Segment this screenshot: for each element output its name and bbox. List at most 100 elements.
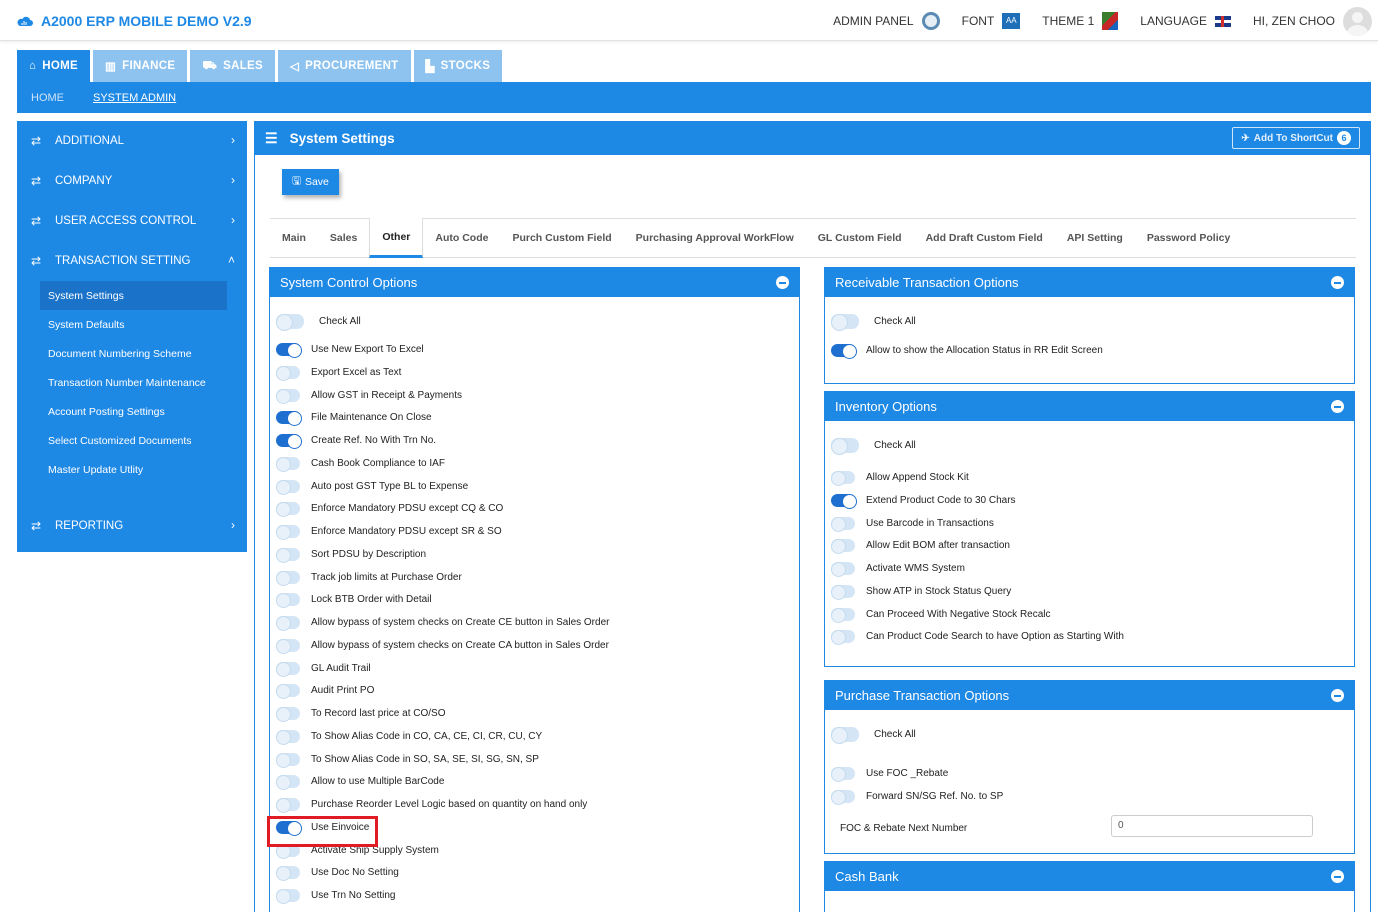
font-link[interactable]: FONT AA <box>962 13 1021 29</box>
option-toggle-switch[interactable] <box>276 616 300 631</box>
system-control-option[interactable]: Allow GST in Receipt & Payments <box>276 388 462 404</box>
system-control-option[interactable]: Allow to use Multiple BarCode <box>276 775 444 791</box>
option-toggle-switch[interactable] <box>831 562 855 577</box>
system-control-option[interactable]: Auto post GST Type BL to Expense <box>276 479 468 495</box>
sidebar-group-reporting[interactable]: ⇄ REPORTING › <box>17 506 247 546</box>
user-menu[interactable]: HI, ZEN CHOO <box>1253 6 1372 36</box>
inventory-option[interactable]: Can Product Code Search to have Option a… <box>831 630 1124 646</box>
sidebar-item-account-posting-settings[interactable]: Account Posting Settings <box>17 397 247 426</box>
menu-tab-finance[interactable]: ▥ FINANCE <box>92 50 188 82</box>
check-all-toggle[interactable] <box>276 314 304 331</box>
option-toggle-switch[interactable] <box>831 607 855 623</box>
inventory-option[interactable]: Allow Edit BOM after transaction <box>831 539 1010 555</box>
language-link[interactable]: LANGUAGE <box>1140 14 1231 28</box>
foc-rebate-next-number-input[interactable]: 0 <box>1111 815 1313 837</box>
collapse-minus-icon[interactable] <box>1331 276 1344 289</box>
tab-api-setting[interactable]: API Setting <box>1055 218 1135 258</box>
receivable-check-all[interactable]: Check All <box>831 314 916 331</box>
system-control-option[interactable]: To Show Alias Code in SO, SA, SE, SI, SG… <box>276 752 539 768</box>
collapse-minus-icon[interactable] <box>776 276 789 289</box>
sidebar-item-system-settings[interactable]: System Settings <box>40 281 227 310</box>
breadcrumb-home[interactable]: HOME <box>31 92 64 104</box>
option-toggle-switch[interactable] <box>276 684 300 700</box>
add-to-shortcut-button[interactable]: ✈ Add To ShortCut 6 <box>1232 127 1360 149</box>
system-control-option[interactable]: Enforce Mandatory PDSU except SR & SO <box>276 525 502 540</box>
collapse-minus-icon[interactable] <box>1331 870 1344 883</box>
sidebar-item-system-defaults[interactable]: System Defaults <box>17 310 247 339</box>
system-control-option[interactable]: Track job limits at Purchase Order <box>276 570 462 586</box>
menu-tab-home[interactable]: ⌂ HOME <box>17 50 90 82</box>
option-toggle-switch[interactable] <box>831 539 855 555</box>
purchase-option[interactable]: Forward SN/SG Ref. No. to SP <box>831 789 1003 805</box>
inventory-option[interactable]: Activate WMS System <box>831 562 965 577</box>
option-toggle-switch[interactable] <box>276 798 300 813</box>
app-brand[interactable]: A2000 ERP MOBILE DEMO V2.9 <box>17 13 252 29</box>
system-control-option[interactable]: Use Trn No Setting <box>276 889 395 904</box>
purchase-option[interactable]: Use FOC _Rebate <box>831 767 948 782</box>
breadcrumb-current[interactable]: SYSTEM ADMIN <box>93 92 176 104</box>
option-toggle-switch[interactable] <box>276 889 300 904</box>
tab-gl-custom-field[interactable]: GL Custom Field <box>806 218 914 258</box>
tab-sales[interactable]: Sales <box>318 218 369 258</box>
inventory-option[interactable]: Use Barcode in Transactions <box>831 516 994 532</box>
system-control-option[interactable]: Audit Print PO <box>276 684 374 700</box>
sidebar-group-transaction-setting[interactable]: ⇄ TRANSACTION SETTING ˄ <box>17 241 247 281</box>
option-toggle-switch[interactable] <box>276 752 300 768</box>
system-control-option[interactable]: Purchase Reorder Level Logic based on qu… <box>276 798 587 813</box>
option-toggle-switch[interactable] <box>276 638 300 654</box>
option-toggle-switch[interactable] <box>831 493 857 509</box>
inventory-option[interactable]: Extend Product Code to 30 Chars <box>831 493 1016 509</box>
menu-tab-stocks[interactable]: ▙ STOCKS <box>413 50 503 82</box>
menu-tab-procurement[interactable]: ◁ PROCUREMENT <box>277 50 411 82</box>
save-button[interactable]: 🖫 Save <box>282 169 339 195</box>
option-toggle-switch[interactable] <box>276 343 302 358</box>
tab-main[interactable]: Main <box>270 218 318 258</box>
sidebar-group-company[interactable]: ⇄ COMPANY › <box>17 161 247 201</box>
purchase-check-all[interactable]: Check All <box>831 727 916 744</box>
option-toggle-switch[interactable] <box>276 502 300 518</box>
menu-tab-sales[interactable]: ⛟ SALES <box>190 50 275 82</box>
admin-panel-link[interactable]: ADMIN PANEL <box>833 12 940 30</box>
system-control-option[interactable]: To Record last price at CO/SO <box>276 707 446 722</box>
option-toggle-switch[interactable] <box>276 525 300 540</box>
collapse-minus-icon[interactable] <box>1331 689 1344 702</box>
system-control-option[interactable]: Use Doc No Setting <box>276 866 399 882</box>
check-all-toggle[interactable] <box>831 314 859 331</box>
system-control-option[interactable]: File Maintenance On Close <box>276 411 432 427</box>
system-control-option[interactable]: To Show Alias Code in CO, CA, CE, CI, CR… <box>276 729 542 745</box>
system-control-option[interactable]: Create Ref. No With Trn No. <box>276 434 436 449</box>
system-control-option[interactable]: Enforce Mandatory PDSU except CQ & CO <box>276 502 503 518</box>
theme-link[interactable]: THEME 1 <box>1042 12 1119 30</box>
option-toggle-switch[interactable] <box>276 388 300 404</box>
check-all-toggle[interactable] <box>831 438 859 455</box>
system-control-option[interactable]: Export Excel as Text <box>276 365 401 381</box>
option-toggle-switch[interactable] <box>276 593 300 609</box>
tab-purch-custom-field[interactable]: Purch Custom Field <box>500 218 623 258</box>
option-toggle-switch[interactable] <box>831 516 855 532</box>
tab-purchasing-approval-workflow[interactable]: Purchasing Approval WorkFlow <box>624 218 806 258</box>
system-control-option[interactable]: Cash Book Compliance to IAF <box>276 456 445 472</box>
option-toggle-switch[interactable] <box>831 789 855 805</box>
system-control-option[interactable]: Allow bypass of system checks on Create … <box>276 638 609 654</box>
tab-password-policy[interactable]: Password Policy <box>1135 218 1242 258</box>
option-toggle-switch[interactable] <box>831 630 855 646</box>
system-control-option[interactable]: Use New Export To Excel <box>276 343 424 358</box>
system-control-option[interactable]: Lock BTB Order with Detail <box>276 593 432 609</box>
check-all-toggle[interactable] <box>831 727 859 744</box>
option-toggle-switch[interactable] <box>276 729 300 745</box>
option-toggle-switch[interactable] <box>276 365 300 381</box>
tab-other[interactable]: Other <box>369 218 424 258</box>
sidebar-item-document-numbering-scheme[interactable]: Document Numbering Scheme <box>17 339 247 368</box>
option-toggle-switch[interactable] <box>276 547 300 563</box>
option-toggle-switch[interactable] <box>831 471 855 486</box>
sidebar-group-additional[interactable]: ⇄ ADDITIONAL › <box>17 121 247 161</box>
option-toggle-switch[interactable] <box>276 434 302 449</box>
system-control-option[interactable]: GL Audit Trail <box>276 661 371 677</box>
sidebar-item-select-customized-documents[interactable]: Select Customized Documents <box>17 426 247 455</box>
option-toggle-switch[interactable] <box>276 707 300 722</box>
inventory-option[interactable]: Can Proceed With Negative Stock Recalc <box>831 607 1051 623</box>
inventory-option[interactable]: Show ATP in Stock Status Query <box>831 584 1011 600</box>
option-toggle-switch[interactable] <box>831 344 857 359</box>
receivable-option[interactable]: Allow to show the Allocation Status in R… <box>831 344 1103 359</box>
option-toggle-switch[interactable] <box>831 584 855 600</box>
